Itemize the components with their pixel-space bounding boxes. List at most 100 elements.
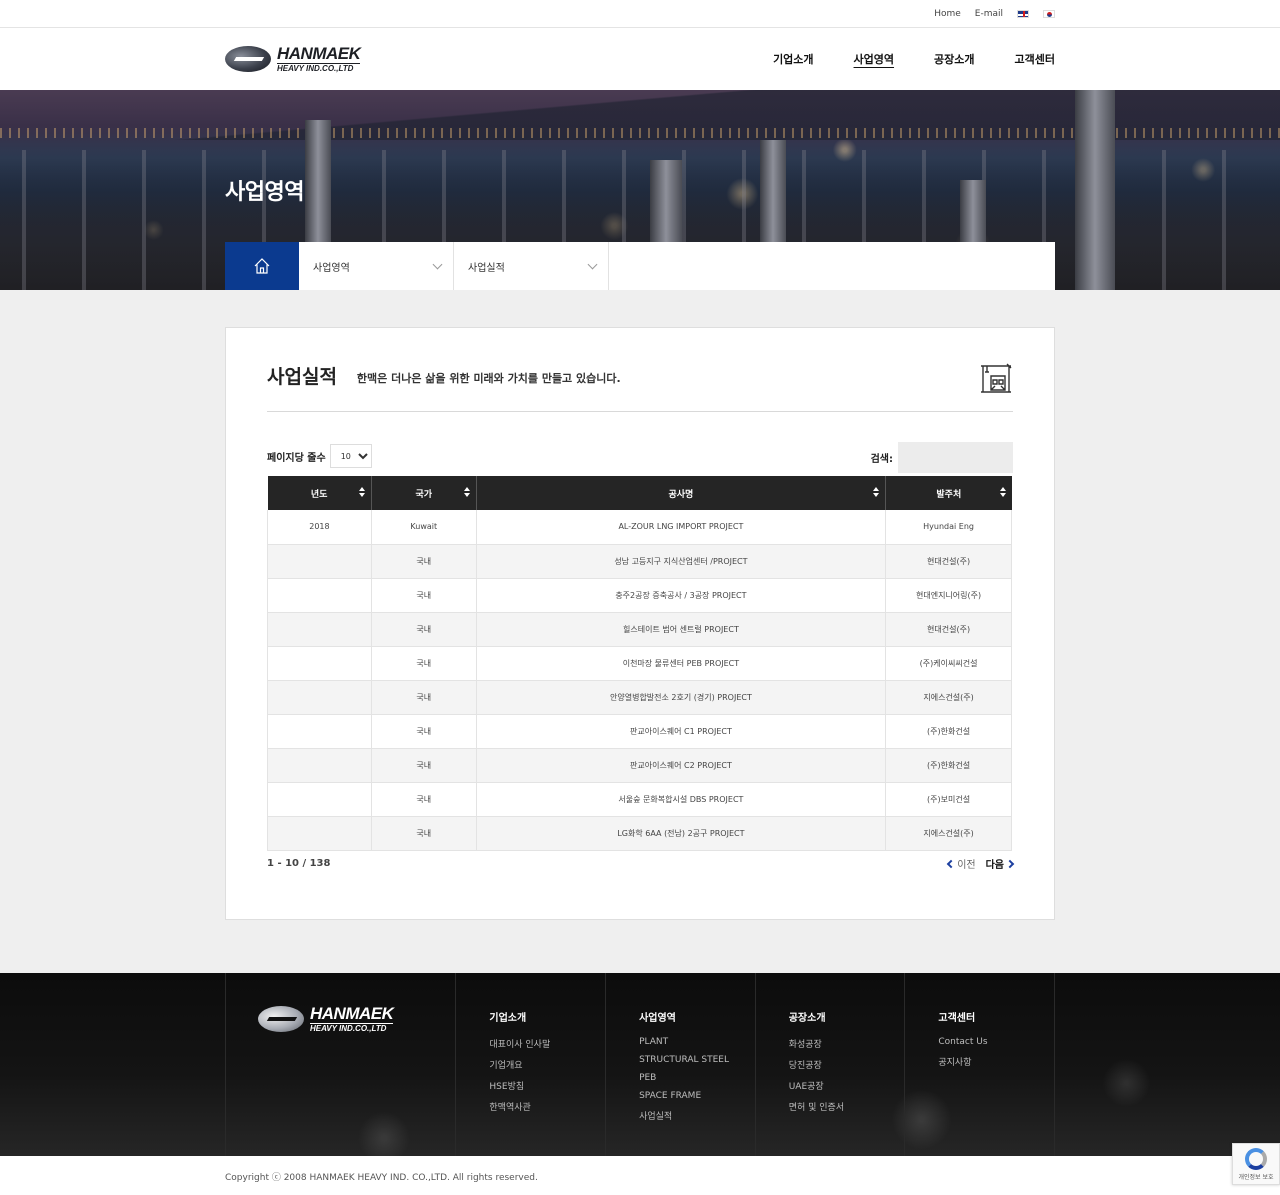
nav-company[interactable]: 기업소개 bbox=[773, 51, 813, 67]
column-project[interactable]: 공사명 bbox=[475, 476, 886, 510]
search-control: 검색: bbox=[871, 442, 1013, 473]
home-button[interactable] bbox=[225, 242, 299, 290]
pagination-info: 1 - 10 / 138 bbox=[267, 858, 331, 869]
table-row: 국내 성남 고등지구 지식산업센터 /PROJECT 현대건설(주) bbox=[267, 544, 1012, 579]
content-area: 사업실적 한맥은 더나은 삶을 위한 미래와 가치를 만들고 있습니다. 페이지… bbox=[0, 290, 1280, 973]
table-row: 2018 Kuwait AL-ZOUR LNG IMPORT PROJECT Hyun… bbox=[267, 510, 1012, 545]
crane-icon bbox=[981, 363, 1012, 393]
page-title: 사업실적 bbox=[267, 366, 337, 388]
table-row: 국내 안양열병합발전소 2호기 (경기) PROJECT 지에스건설(주) bbox=[267, 680, 1012, 715]
hero-tower bbox=[1075, 90, 1115, 290]
footer-link[interactable]: 공지사항 bbox=[938, 1055, 1054, 1068]
footer-column-title: 기업소개 bbox=[489, 1013, 527, 1024]
chevron-right-icon bbox=[1005, 859, 1015, 868]
table-row: 국내 이천마장 물류센터 PEB PROJECT (주)케이씨씨건설 bbox=[267, 646, 1012, 681]
nav-business[interactable]: 사업영역 bbox=[854, 51, 894, 67]
sort-icon bbox=[873, 487, 880, 499]
pagination: 1 - 10 / 138 이전 다음 bbox=[267, 851, 1015, 877]
footer-column-company: 기업소개 대표이사 인사말 기업개요 HSE방침 한맥역사관 bbox=[456, 973, 607, 1156]
table-row: 국내 판교아이스퀘어 C1 PROJECT (주)한화건설 bbox=[267, 714, 1012, 749]
table-row: 국내 LG화학 6AA (전남) 2공구 PROJECT 지에스건설(주) bbox=[267, 816, 1012, 851]
perpage-label: 페이지당 줄수 bbox=[267, 452, 326, 464]
logo-name: HANMAEK bbox=[277, 44, 361, 63]
recaptcha-badge[interactable]: 개인정보 보호 bbox=[1232, 1143, 1280, 1185]
copyright-text: Copyright ⓒ 2008 HANMAEK HEAVY IND. CO.,… bbox=[225, 1173, 538, 1183]
sort-icon bbox=[358, 487, 365, 499]
home-link[interactable]: Home bbox=[934, 9, 961, 19]
next-page-label: 다음 bbox=[985, 860, 1004, 871]
search-input[interactable] bbox=[898, 442, 1013, 473]
nav-customer[interactable]: 고객센터 bbox=[1015, 51, 1055, 67]
next-page-button[interactable]: 다음 bbox=[985, 856, 1015, 871]
footer-link[interactable]: 기업개요 bbox=[489, 1058, 605, 1071]
column-year[interactable]: 년도 bbox=[267, 476, 372, 510]
table-row: 국내 충주2공장 증축공사 / 3공장 PROJECT 현대엔지니어링(주) bbox=[267, 578, 1012, 613]
footer-link[interactable]: HSE방침 bbox=[489, 1079, 605, 1092]
perpage-select[interactable]: 10 bbox=[329, 444, 372, 468]
section-header: 사업실적 한맥은 더나은 삶을 위한 미래와 가치를 만들고 있습니다. bbox=[267, 328, 1013, 412]
footer-link[interactable]: UAE공장 bbox=[789, 1079, 905, 1092]
main-nav: 기업소개 사업영역 공장소개 고객센터 bbox=[773, 51, 1055, 67]
footer-link[interactable]: PLANT bbox=[639, 1037, 755, 1047]
footer-link[interactable]: STRUCTURAL STEEL bbox=[639, 1055, 755, 1065]
prev-page-button[interactable]: 이전 bbox=[946, 856, 976, 871]
chevron-down-icon bbox=[587, 259, 598, 269]
footer-link[interactable]: 한맥역사관 bbox=[489, 1100, 605, 1113]
footer-logo-column: HANMAEK HEAVY IND.CO.,LTD bbox=[225, 973, 457, 1156]
projects-table: 년도 국가 공사명 발주처 2018 Kuwait AL-ZOUR LNG IMPO… bbox=[267, 476, 1012, 851]
footer-column-title: 사업영역 bbox=[639, 1013, 676, 1024]
sort-icon bbox=[463, 487, 470, 499]
page-subtitle: 한맥은 더나은 삶을 위한 미래와 가치를 만들고 있습니다. bbox=[356, 372, 621, 385]
perpage-control: 페이지당 줄수 10 bbox=[267, 444, 372, 473]
breadcrumb-level1-label: 사업영역 bbox=[313, 262, 350, 274]
content-card: 사업실적 한맥은 더나은 삶을 위한 미래와 가치를 만들고 있습니다. 페이지… bbox=[225, 327, 1055, 920]
nav-factory[interactable]: 공장소개 bbox=[934, 51, 974, 67]
site-logo[interactable]: HANMAEK HEAVY IND.CO.,LTD bbox=[225, 44, 361, 73]
table-row: 국내 힐스테이트 범어 센트럴 PROJECT 현대건설(주) bbox=[267, 612, 1012, 647]
footer-column-factory: 공장소개 화성공장 당진공장 UAE공장 면허 및 인증서 bbox=[756, 973, 906, 1156]
chevron-left-icon bbox=[946, 859, 956, 868]
copyright-bar: Copyright ⓒ 2008 HANMAEK HEAVY IND. CO.,… bbox=[0, 1156, 1280, 1195]
breadcrumb-level2-select[interactable]: 사업실적 bbox=[454, 242, 609, 290]
column-client[interactable]: 발주처 bbox=[885, 476, 1012, 510]
column-country[interactable]: 국가 bbox=[370, 476, 477, 510]
footer-logo-subname: HEAVY IND.CO.,LTD bbox=[310, 1023, 394, 1033]
table-body: 2018 Kuwait AL-ZOUR LNG IMPORT PROJECT Hyun… bbox=[267, 510, 1012, 851]
uk-flag-icon[interactable] bbox=[1017, 10, 1029, 18]
footer-link[interactable]: Contact Us bbox=[938, 1037, 1054, 1047]
sort-icon bbox=[999, 487, 1006, 499]
table-row: 국내 판교아이스퀘어 C2 PROJECT (주)한화건설 bbox=[267, 748, 1012, 783]
footer-link[interactable]: 면허 및 인증서 bbox=[789, 1100, 905, 1113]
kr-flag-icon[interactable] bbox=[1043, 10, 1055, 18]
table-header-row: 년도 국가 공사명 발주처 bbox=[267, 476, 1012, 510]
footer-link[interactable]: SPACE FRAME bbox=[639, 1091, 755, 1101]
prev-page-label: 이전 bbox=[957, 860, 976, 871]
chevron-down-icon bbox=[432, 259, 443, 269]
footer-logo-name: HANMAEK bbox=[310, 1004, 394, 1023]
footer-column-title: 고객센터 bbox=[938, 1013, 976, 1024]
email-link[interactable]: E-mail bbox=[975, 9, 1003, 19]
recaptcha-label: 개인정보 보호 bbox=[1238, 1173, 1274, 1181]
logo-subname: HEAVY IND.CO.,LTD bbox=[277, 63, 361, 73]
site-header: HANMAEK HEAVY IND.CO.,LTD 기업소개 사업영역 공장소개… bbox=[0, 28, 1280, 90]
footer-column-title: 공장소개 bbox=[788, 1013, 826, 1024]
footer-column-business: 사업영역 PLANT STRUCTURAL STEEL PEB SPACE FR… bbox=[606, 973, 756, 1156]
footer-link[interactable]: 당진공장 bbox=[789, 1058, 905, 1071]
logo-mark-icon bbox=[225, 46, 271, 72]
footer-logo[interactable]: HANMAEK HEAVY IND.CO.,LTD bbox=[258, 1005, 455, 1033]
breadcrumb: 사업영역 사업실적 bbox=[225, 242, 1055, 290]
breadcrumb-level1-select[interactable]: 사업영역 bbox=[299, 242, 454, 290]
footer-link[interactable]: 사업실적 bbox=[639, 1109, 755, 1122]
home-icon bbox=[254, 258, 270, 274]
footer-link[interactable]: 대표이사 인사말 bbox=[489, 1037, 605, 1050]
utility-bar: Home E-mail bbox=[0, 0, 1280, 28]
hero-banner: 사업영역 사업영역 사업실적 bbox=[0, 90, 1280, 290]
table-controls: 페이지당 줄수 10 검색: bbox=[267, 412, 1013, 476]
footer-link[interactable]: PEB bbox=[639, 1073, 755, 1083]
breadcrumb-level2-label: 사업실적 bbox=[468, 262, 505, 274]
footer-column-customer: 고객센터 Contact Us 공지사항 bbox=[905, 973, 1056, 1156]
search-label: 검색: bbox=[870, 454, 893, 465]
footer-link[interactable]: 화성공장 bbox=[789, 1037, 905, 1050]
table-row: 국내 서울숲 문화복합시설 DBS PROJECT (주)보미건설 bbox=[267, 782, 1012, 817]
site-footer: HANMAEK HEAVY IND.CO.,LTD 기업소개 대표이사 인사말 … bbox=[0, 973, 1280, 1156]
